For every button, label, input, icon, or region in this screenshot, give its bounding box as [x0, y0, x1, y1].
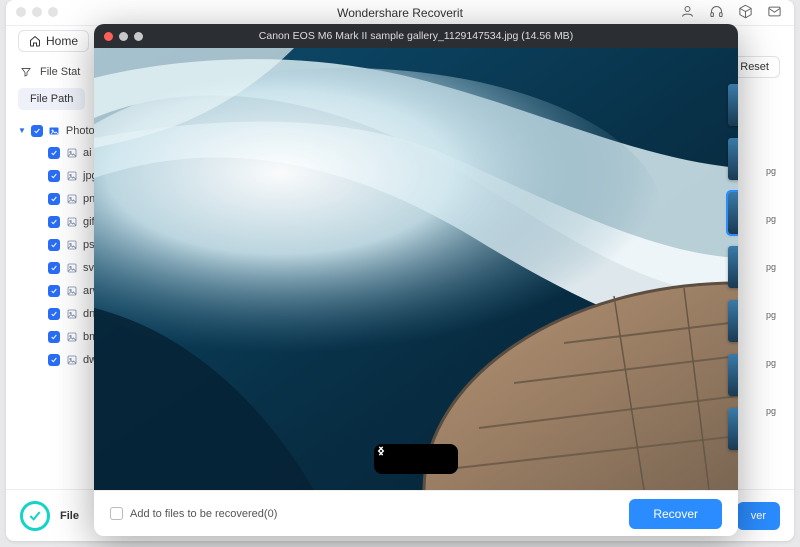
user-icon[interactable] [680, 4, 695, 22]
header-icons [680, 4, 782, 22]
thumbnail-strip [728, 84, 738, 450]
thumbnail[interactable] [728, 300, 738, 342]
traffic-lights-disabled [16, 7, 58, 17]
footer-label: File [60, 510, 79, 522]
add-to-recover-checkbox[interactable]: Add to files to be recovered(0) [110, 507, 277, 520]
thumbnail[interactable] [728, 408, 738, 450]
checkbox-checked[interactable] [48, 193, 60, 205]
image-file-icon [65, 192, 78, 205]
checkbox-checked[interactable] [48, 354, 60, 366]
reset-label: Reset [740, 61, 769, 73]
preview-footer: Add to files to be recovered(0) Recover [94, 490, 738, 536]
preview-traffic-lights [104, 32, 143, 41]
checkbox-checked[interactable] [48, 216, 60, 228]
thumbnail-ext-labels: pg pg pg pg pg pg [766, 166, 776, 416]
image-file-icon [65, 146, 78, 159]
preview-dialog: Canon EOS M6 Mark II sample gallery_1129… [94, 24, 738, 536]
recover-button[interactable]: Recover [629, 499, 722, 529]
ext-tag: pg [766, 310, 776, 320]
caret-down-icon: ▼ [18, 126, 26, 135]
ext-tag: pg [766, 358, 776, 368]
thumbnail[interactable] [728, 84, 738, 126]
ext-tag: pg [766, 262, 776, 272]
app-title: Wondershare Recoverit [337, 6, 463, 20]
checkbox-checked[interactable] [48, 262, 60, 274]
ext-tag: pg [766, 406, 776, 416]
home-label: Home [46, 34, 78, 48]
image-file-icon [65, 261, 78, 274]
tab-file-path[interactable]: File Path [18, 88, 85, 110]
tree-item-label: gif [83, 216, 95, 228]
tree-item-label: ps [83, 239, 95, 251]
preview-image [94, 48, 738, 490]
thumbnail[interactable] [728, 192, 738, 234]
image-file-icon [65, 215, 78, 228]
minimize-icon [119, 32, 128, 41]
tree-item-label: ai [83, 147, 92, 159]
checkbox-checked[interactable] [48, 331, 60, 343]
checkbox-checked[interactable] [48, 147, 60, 159]
mail-icon[interactable] [767, 4, 782, 22]
scan-complete-icon [20, 501, 50, 531]
checkbox-checked[interactable] [48, 170, 60, 182]
maximize-icon [134, 32, 143, 41]
image-file-icon [65, 238, 78, 251]
thumbnail[interactable] [728, 138, 738, 180]
checkbox-checked[interactable] [31, 125, 43, 137]
checkbox-checked[interactable] [48, 285, 60, 297]
image-file-icon [65, 284, 78, 297]
filter-label: File Stat [40, 66, 80, 78]
image-file-icon [65, 330, 78, 343]
checkbox-checked[interactable] [48, 239, 60, 251]
checkbox-checked[interactable] [48, 308, 60, 320]
recover-button-peek[interactable]: ver [737, 502, 780, 530]
preview-title: Canon EOS M6 Mark II sample gallery_1129… [259, 30, 573, 42]
ext-tag: pg [766, 166, 776, 176]
nav-pill [374, 444, 458, 474]
image-file-icon [65, 307, 78, 320]
box-icon[interactable] [738, 4, 753, 22]
headset-icon[interactable] [709, 4, 724, 22]
thumbnail[interactable] [728, 246, 738, 288]
image-file-icon [65, 169, 78, 182]
add-label: Add to files to be recovered(0) [130, 508, 277, 520]
home-button[interactable]: Home [18, 30, 89, 52]
checkbox-empty[interactable] [110, 507, 123, 520]
preview-titlebar: Canon EOS M6 Mark II sample gallery_1129… [94, 24, 738, 48]
tree-root-label: Photo [66, 125, 95, 137]
close-icon[interactable] [104, 32, 113, 41]
photo-folder-icon [48, 124, 61, 137]
ext-tag: pg [766, 214, 776, 224]
image-file-icon [65, 353, 78, 366]
main-titlebar: Wondershare Recoverit [6, 0, 794, 26]
thumbnail[interactable] [728, 354, 738, 396]
